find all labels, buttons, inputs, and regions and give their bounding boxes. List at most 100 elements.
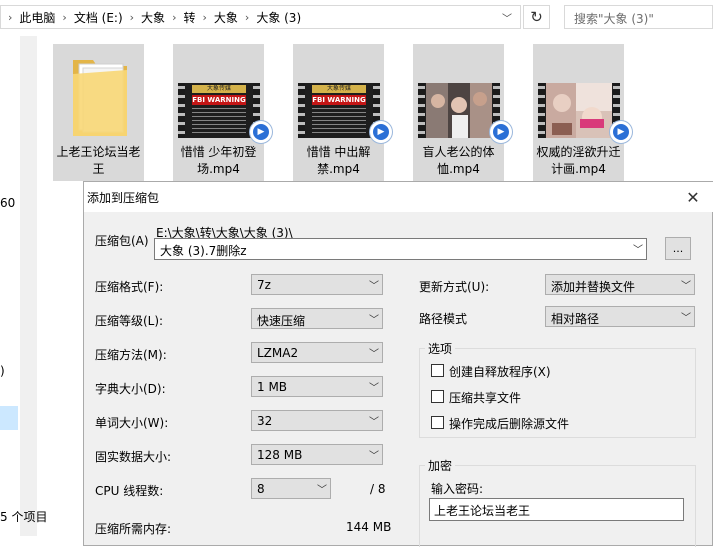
breadcrumb-row: › 此电脑 › 文档 (E:) › 大象 › 转 › 大象 › 大象 (3) — [1, 6, 301, 28]
password-label: 输入密码: — [431, 482, 484, 496]
warning-body-lines — [312, 108, 366, 136]
navigation-scrollbar[interactable] — [20, 36, 37, 536]
film-strip-icon — [298, 83, 305, 138]
chevron-right-icon: › — [8, 10, 13, 24]
threads-select[interactable]: 8 ﹀ — [251, 478, 331, 499]
password-input[interactable]: 上老王论坛当老王 — [429, 498, 684, 521]
file-item-video[interactable]: ▶ 权威的淫欲升迁计画.mp4 — [533, 44, 632, 181]
thumbnail-banner: 大象传媒 — [192, 85, 246, 93]
chevron-down-icon: ﹀ — [369, 315, 379, 326]
breadcrumb-item[interactable]: 大象 — [214, 9, 238, 26]
chevron-right-icon: › — [202, 10, 207, 24]
address-dropdown-button[interactable]: ﹀ — [496, 6, 518, 28]
browse-button[interactable]: ... — [665, 237, 691, 260]
media-player-icon: ▶ — [610, 121, 632, 143]
memory-label: 压缩所需内存: — [95, 522, 172, 536]
update-mode-value: 添加并替换文件 — [551, 280, 636, 294]
breadcrumb-item[interactable]: 大象 — [141, 9, 165, 26]
media-player-icon: ▶ — [490, 121, 512, 143]
nav-item-text: ) — [0, 364, 5, 378]
chevron-down-icon: ﹀ — [317, 485, 327, 496]
path-mode-select[interactable]: 相对路径 ﹀ — [545, 306, 695, 327]
chevron-down-icon: ﹀ — [369, 281, 379, 292]
word-size-label: 单词大小(W): — [95, 416, 169, 430]
chevron-down-icon: ﹀ — [502, 13, 512, 25]
navigation-pane — [0, 36, 20, 536]
level-value: 快速压缩 — [257, 314, 306, 328]
shared-files-checkbox[interactable] — [431, 390, 444, 403]
encryption-group-title: 加密 — [425, 457, 456, 474]
fbi-warning-text: FBI WARNING — [312, 95, 366, 105]
delete-source-checkbox[interactable] — [431, 416, 444, 429]
chevron-down-icon: ﹀ — [369, 451, 379, 462]
chevron-down-icon: ﹀ — [681, 281, 691, 292]
chevron-down-icon: ﹀ — [369, 349, 379, 360]
search-placeholder: 搜索"大象 (3)" — [574, 12, 654, 26]
file-item-video[interactable]: 大象传媒 FBI WARNING ▶ 惜惜 少年初登场.mp4 — [173, 44, 272, 181]
film-strip-icon — [178, 83, 185, 138]
dictionary-label: 字典大小(D): — [95, 382, 166, 396]
fbi-warning-text: FBI WARNING — [192, 95, 246, 105]
dictionary-value: 1 MB — [257, 380, 288, 394]
dialog-titlebar[interactable]: 添加到压缩包 ✕ — [84, 182, 713, 212]
threads-value: 8 — [257, 482, 265, 496]
update-mode-label: 更新方式(U): — [419, 280, 490, 294]
refresh-button[interactable]: ↻ — [523, 5, 550, 29]
film-strip-icon — [538, 83, 545, 138]
archive-label: 压缩包(A) — [95, 234, 149, 248]
level-select[interactable]: 快速压缩 ﹀ — [251, 308, 383, 329]
chevron-down-icon: ﹀ — [369, 417, 379, 428]
search-box[interactable]: 搜索"大象 (3)" — [564, 5, 713, 29]
file-item-video[interactable]: 大象传媒 FBI WARNING ▶ 惜惜 中出解禁.mp4 — [293, 44, 392, 181]
warning-body-lines — [192, 108, 246, 136]
breadcrumb-item[interactable]: 大象 (3) — [256, 9, 301, 26]
add-to-archive-dialog: 添加到压缩包 ✕ 压缩包(A) E:\大象\转\大象\大象 (3)\ 大象 (3… — [83, 181, 713, 547]
file-name: 盲人老公的体恤.mp4 — [422, 145, 495, 176]
breadcrumb-item[interactable]: 转 — [183, 9, 195, 26]
sfx-checkbox-label: 创建自释放程序(X) — [449, 365, 551, 379]
level-label: 压缩等级(L): — [95, 314, 164, 328]
media-player-icon: ▶ — [370, 121, 392, 143]
video-thumbnail: 大象传媒 FBI WARNING — [298, 83, 380, 138]
chevron-down-icon: ﹀ — [369, 383, 379, 394]
breadcrumb-item[interactable]: 此电脑 — [19, 9, 55, 26]
close-button[interactable]: ✕ — [681, 185, 705, 209]
file-name: 权威的淫欲升迁计画.mp4 — [536, 145, 621, 176]
options-group-title: 选项 — [425, 340, 456, 357]
video-thumbnail — [418, 83, 500, 138]
video-thumbnail: 大象传媒 FBI WARNING — [178, 83, 260, 138]
memory-value: 144 MB — [346, 520, 392, 534]
thumbnail-banner: 大象传媒 — [312, 85, 366, 93]
sfx-checkbox[interactable] — [431, 364, 444, 377]
refresh-icon: ↻ — [530, 8, 543, 26]
dictionary-select[interactable]: 1 MB ﹀ — [251, 376, 383, 397]
password-value: 上老王论坛当老王 — [434, 504, 531, 518]
file-item-folder[interactable]: 上老王论坛当老王 — [53, 44, 144, 181]
format-value: 7z — [257, 278, 271, 292]
archive-name-value: 大象 (3).7删除z — [160, 244, 247, 258]
update-mode-select[interactable]: 添加并替换文件 ﹀ — [545, 274, 695, 295]
word-size-select[interactable]: 32 ﹀ — [251, 410, 383, 431]
photo-thumbnail-image — [426, 83, 492, 138]
chevron-right-icon: › — [129, 10, 135, 24]
chevron-right-icon: › — [62, 10, 67, 24]
breadcrumb[interactable]: › 此电脑 › 文档 (E:) › 大象 › 转 › 大象 › 大象 (3) — [0, 5, 521, 29]
archive-name-combobox[interactable]: 大象 (3).7删除z ﹀ — [154, 238, 647, 260]
film-strip-icon — [418, 83, 425, 138]
file-item-video[interactable]: ▶ 盲人老公的体恤.mp4 — [413, 44, 512, 181]
path-mode-label: 路径模式 — [419, 312, 468, 326]
chevron-down-icon: ﹀ — [681, 313, 691, 324]
solid-size-select[interactable]: 128 MB ﹀ — [251, 444, 383, 465]
method-select[interactable]: LZMA2 ﹀ — [251, 342, 383, 363]
status-item-count: 5 个项目 — [0, 510, 48, 524]
format-select[interactable]: 7z ﹀ — [251, 274, 383, 295]
video-thumbnail — [538, 83, 620, 138]
navigation-selected-item[interactable] — [0, 406, 18, 430]
folder-icon — [73, 60, 127, 136]
format-label: 压缩格式(F): — [95, 280, 164, 294]
chevron-down-icon: ﹀ — [633, 245, 643, 256]
threads-total: / 8 — [370, 482, 386, 496]
breadcrumb-item[interactable]: 文档 (E:) — [74, 9, 123, 26]
chevron-right-icon: › — [244, 10, 250, 24]
threads-label: CPU 线程数: — [95, 484, 164, 498]
